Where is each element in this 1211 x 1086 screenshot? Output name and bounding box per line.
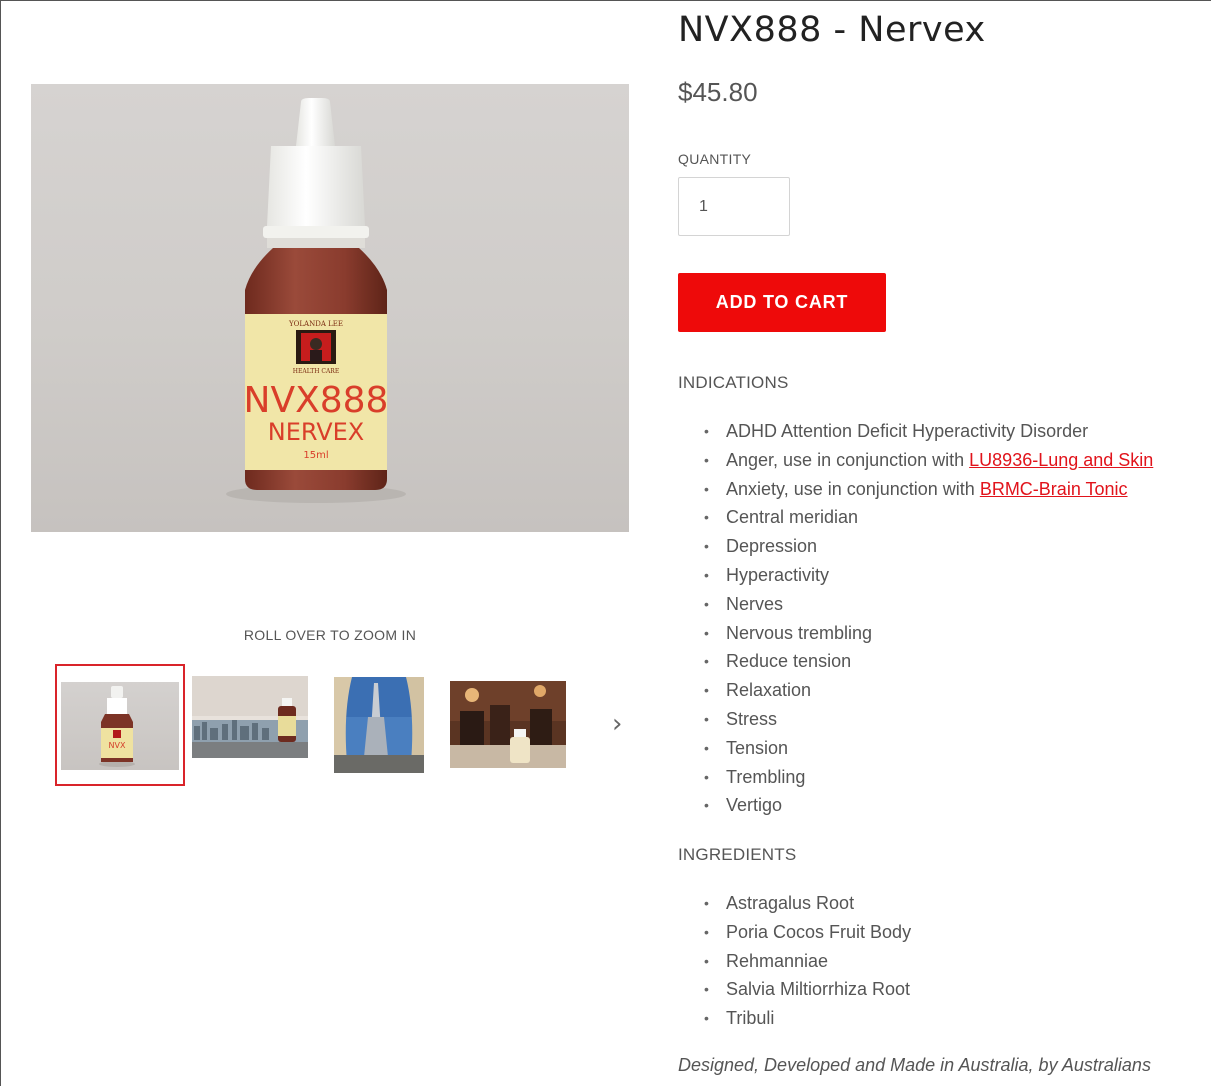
thumbnail-restaurant[interactable] <box>450 681 566 768</box>
product-price: $45.80 <box>678 77 758 107</box>
product-title: NVX888 - Nervex <box>678 10 986 50</box>
list-item: Anxiety, use in conjunction with BRMC-Br… <box>678 475 1153 504</box>
bottle-brand-bottom: HEALTH CARE <box>293 368 339 375</box>
list-item: Tribuli <box>678 1004 911 1033</box>
bottle-volume: 15ml <box>303 450 328 461</box>
list-item: Poria Cocos Fruit Body <box>678 918 911 947</box>
svg-text:NVX: NVX <box>109 741 126 750</box>
indications-heading: INDICATIONS <box>678 373 789 392</box>
list-item: Depression <box>678 532 1153 561</box>
bottle-brand-top: YOLANDA LEE <box>288 320 343 328</box>
list-item: Rehmanniae <box>678 947 911 976</box>
add-to-cart-button[interactable]: ADD TO CART <box>678 273 886 332</box>
list-item: ADHD Attention Deficit Hyperactivity Dis… <box>678 417 1153 446</box>
list-item: Astragalus Root <box>678 889 911 918</box>
thumbnail-bottle[interactable]: NVX <box>55 664 185 786</box>
thumbnail-city-skyline[interactable] <box>192 676 308 758</box>
ingredients-heading: INGREDIENTS <box>678 845 797 864</box>
list-item: Tension <box>678 734 1153 763</box>
list-item: Nervous trembling <box>678 619 1153 648</box>
ingredients-list: Astragalus Root Poria Cocos Fruit Body R… <box>678 889 911 1033</box>
list-item: Reduce tension <box>678 647 1153 676</box>
list-item: Stress <box>678 705 1153 734</box>
bottle-code: NVX888 <box>244 380 389 421</box>
thumbnail-tower[interactable] <box>334 677 424 773</box>
chevron-right-icon[interactable]: › <box>612 711 622 737</box>
list-item: Relaxation <box>678 676 1153 705</box>
main-product-image[interactable]: YOLANDA LEE HEALTH CARE NVX888 NERVEX 15… <box>31 84 629 532</box>
zoom-hint: ROLL OVER TO ZOOM IN <box>243 627 417 643</box>
list-item: Trembling <box>678 763 1153 792</box>
brain-tonic-link[interactable]: BRMC-Brain Tonic <box>980 479 1128 499</box>
list-item: Salvia Miltiorrhiza Root <box>678 975 911 1004</box>
lung-and-skin-link[interactable]: LU8936-Lung and Skin <box>969 450 1153 470</box>
quantity-label: QUANTITY <box>678 151 752 167</box>
list-item: Nerves <box>678 590 1153 619</box>
list-item: Hyperactivity <box>678 561 1153 590</box>
indications-list: ADHD Attention Deficit Hyperactivity Dis… <box>678 417 1153 820</box>
quantity-input[interactable] <box>678 177 790 236</box>
list-item: Central meridian <box>678 503 1153 532</box>
bottle-name: NERVEX <box>268 418 365 446</box>
list-item: Anger, use in conjunction with LU8936-Lu… <box>678 446 1153 475</box>
list-item: Vertigo <box>678 791 1153 820</box>
tagline: Designed, Developed and Made in Australi… <box>678 1055 1151 1075</box>
